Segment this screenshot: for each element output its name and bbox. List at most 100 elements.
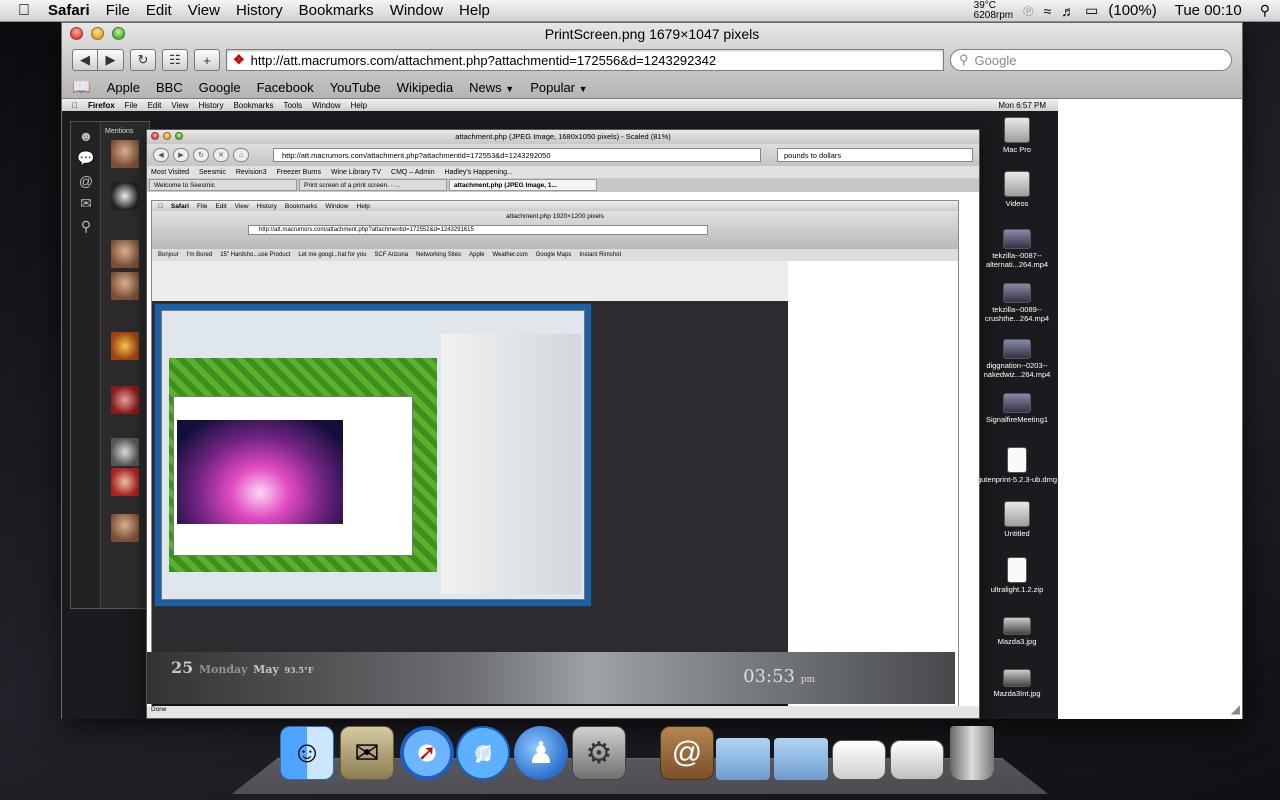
bookmarks-book-icon[interactable]: 📖 bbox=[72, 78, 91, 96]
bookmark-apple[interactable]: Apple bbox=[107, 80, 140, 95]
image-file-icon bbox=[1003, 669, 1031, 687]
nested-bookmarks: Bonjour I'm Bored 15" Hardsho...use Prod… bbox=[152, 249, 958, 261]
add-bookmark-button[interactable]: + bbox=[194, 49, 220, 71]
dock-folder-applications-icon[interactable] bbox=[716, 738, 770, 780]
desktop-icon-label: tekzilla--0089--crushthe...264.mp4 bbox=[984, 305, 1050, 323]
avatar bbox=[111, 272, 139, 300]
menu-file[interactable]: File bbox=[98, 2, 138, 19]
forward-button[interactable]: ▶ bbox=[98, 49, 124, 71]
desktop-icon-label: ultralight.1.2.zip bbox=[990, 585, 1044, 594]
search-field[interactable]: ⚲ Google bbox=[950, 49, 1232, 71]
avatar bbox=[111, 332, 139, 360]
menu-help[interactable]: Help bbox=[451, 2, 498, 19]
bookmark-wikipedia[interactable]: Wikipedia bbox=[397, 80, 453, 95]
compass-icon: ➚ bbox=[417, 740, 437, 765]
video-file-icon bbox=[1003, 283, 1031, 303]
app-menu[interactable]: Safari bbox=[40, 2, 98, 19]
ff-bookmark: Freezer Burns bbox=[276, 168, 321, 176]
menu-history[interactable]: History bbox=[228, 2, 291, 19]
deeper-wallpaper bbox=[441, 334, 581, 594]
desktop-icon: Mazda3Int.jpg bbox=[976, 669, 1058, 698]
snapback-icon: ☷ bbox=[169, 52, 181, 67]
nested-menu: History bbox=[251, 202, 277, 210]
dock-folder-documents-icon[interactable] bbox=[774, 738, 828, 780]
bookmark-news-folder[interactable]: News ▼ bbox=[469, 80, 514, 95]
envelope-icon: ✉ bbox=[80, 195, 92, 211]
url-field[interactable]: ❖ http://att.macrumors.com/attachment.ph… bbox=[226, 49, 944, 71]
at-sign-icon: @ bbox=[671, 736, 703, 769]
desktop-icon: tekzilla--0087--alternati...264.mp4 bbox=[976, 229, 1058, 269]
avatar bbox=[111, 438, 139, 466]
menu-edit[interactable]: Edit bbox=[138, 2, 180, 19]
resize-grip-icon[interactable]: ◢ bbox=[1231, 702, 1240, 716]
clock[interactable]: Tue 00:10 bbox=[1175, 2, 1242, 19]
desktop-icon-label: tekzilla--0087--alternati...264.mp4 bbox=[985, 251, 1049, 269]
seesmic-panel: ☻ 💬 @ ✉ ⚲ Mentions bbox=[70, 121, 150, 609]
dock-finder-icon[interactable]: ☺ bbox=[280, 726, 334, 780]
wifi-icon[interactable]: ≈ bbox=[1043, 3, 1051, 19]
menu-view[interactable]: View bbox=[180, 2, 228, 19]
video-file-icon bbox=[1003, 229, 1031, 249]
nested-menu: Edit bbox=[210, 202, 226, 210]
inner-menu-edit: Edit bbox=[141, 100, 162, 110]
volume-icon[interactable]: ♬ bbox=[1061, 3, 1075, 19]
avatar bbox=[111, 140, 139, 168]
disk-image-icon bbox=[1007, 447, 1027, 473]
avatar bbox=[111, 386, 139, 414]
dock-stack-screenshots-icon[interactable] bbox=[832, 740, 886, 780]
bookmark-facebook[interactable]: Facebook bbox=[257, 80, 314, 95]
desktop-icon: Mazda3.jpg bbox=[976, 617, 1058, 646]
reload-button[interactable]: ↻ bbox=[130, 49, 156, 71]
battery-percent[interactable]: (100%) bbox=[1108, 2, 1156, 19]
dock-safari-icon[interactable]: ➚ bbox=[400, 726, 454, 780]
bookmark-popular-folder[interactable]: Popular ▼ bbox=[530, 80, 587, 95]
temperature-monitor[interactable]: 39°C 6208rpm bbox=[974, 0, 1013, 21]
nested-menu: File bbox=[192, 202, 207, 210]
finder-face-icon: ☺ bbox=[291, 736, 323, 769]
firefox-url: http://att.macrumors.com/attachment.php?… bbox=[273, 148, 761, 162]
dock-system-preferences-icon[interactable]: ⚙ bbox=[572, 726, 626, 780]
avatar bbox=[111, 514, 139, 542]
nested-page bbox=[152, 261, 958, 717]
inner-clock: Mon 6:57 PM bbox=[998, 100, 1046, 110]
ff-bookmark: Seesmic bbox=[199, 168, 226, 176]
ff-bookmark: Wine Library TV bbox=[330, 168, 382, 176]
desktop-icon-label: Mazda3.jpg bbox=[997, 637, 1037, 646]
firefox-title-bar: attachment.php (JPEG Image, 1680x1050 pi… bbox=[147, 130, 979, 144]
apple-menu-icon[interactable]:  bbox=[0, 2, 40, 20]
dock-trash-icon[interactable] bbox=[950, 726, 994, 780]
at-sign-icon: @ bbox=[78, 173, 94, 189]
nested-url: http://att.macrumors.com/attachment.php?… bbox=[248, 225, 708, 235]
inner-menu-window: Window bbox=[306, 100, 340, 110]
search-placeholder: Google bbox=[974, 52, 1017, 68]
snapback-button[interactable]: ☷ bbox=[162, 49, 188, 71]
back-button[interactable]: ◀ bbox=[72, 49, 98, 71]
inner-menu-help: Help bbox=[344, 100, 367, 110]
gear-icon: ⚙ bbox=[585, 736, 613, 770]
desktop-icon-label: Mac Pro bbox=[1003, 145, 1031, 154]
screenshot-image:  Firefox File Edit View History Bookmar… bbox=[62, 99, 1058, 719]
nested-bookmark: Bonjour bbox=[158, 252, 179, 258]
dock-address-book-icon[interactable]: @ bbox=[660, 726, 714, 780]
dock-itunes-icon[interactable]: ♫ bbox=[456, 726, 510, 780]
nested-apple-icon:  bbox=[158, 203, 163, 210]
dock-ichat-icon[interactable]: ♟ bbox=[514, 726, 568, 780]
bookmark-google[interactable]: Google bbox=[199, 80, 241, 95]
desktop-icon-label: diggnation--0203--nakedwiz...264.mp4 bbox=[983, 361, 1051, 379]
wallpaper-time: 03:53 pm bbox=[743, 666, 815, 687]
bookmark-youtube[interactable]: YouTube bbox=[330, 80, 381, 95]
bookmark-bbc[interactable]: BBC bbox=[156, 80, 183, 95]
menu-window[interactable]: Window bbox=[382, 2, 451, 19]
dock-stack-downloads-icon[interactable] bbox=[890, 740, 944, 780]
battery-icon[interactable]: ▭ bbox=[1085, 2, 1098, 19]
dock-mail-icon[interactable]: ✉ bbox=[340, 726, 394, 780]
inner-menu-tools: Tools bbox=[277, 100, 302, 110]
drive-icon bbox=[1004, 117, 1030, 143]
desktop-icon-label: SignalfireMeeting1 bbox=[985, 415, 1049, 424]
inner-menu-bookmarks: Bookmarks bbox=[227, 100, 273, 110]
nested-bookmark: Apple bbox=[469, 252, 485, 258]
menu-bookmarks[interactable]: Bookmarks bbox=[291, 2, 382, 19]
bluetooth-icon[interactable]: ℗ bbox=[1023, 3, 1033, 19]
firefox-reload-icon: ↻ bbox=[193, 148, 209, 162]
spotlight-icon[interactable]: ⚲ bbox=[1260, 2, 1270, 19]
